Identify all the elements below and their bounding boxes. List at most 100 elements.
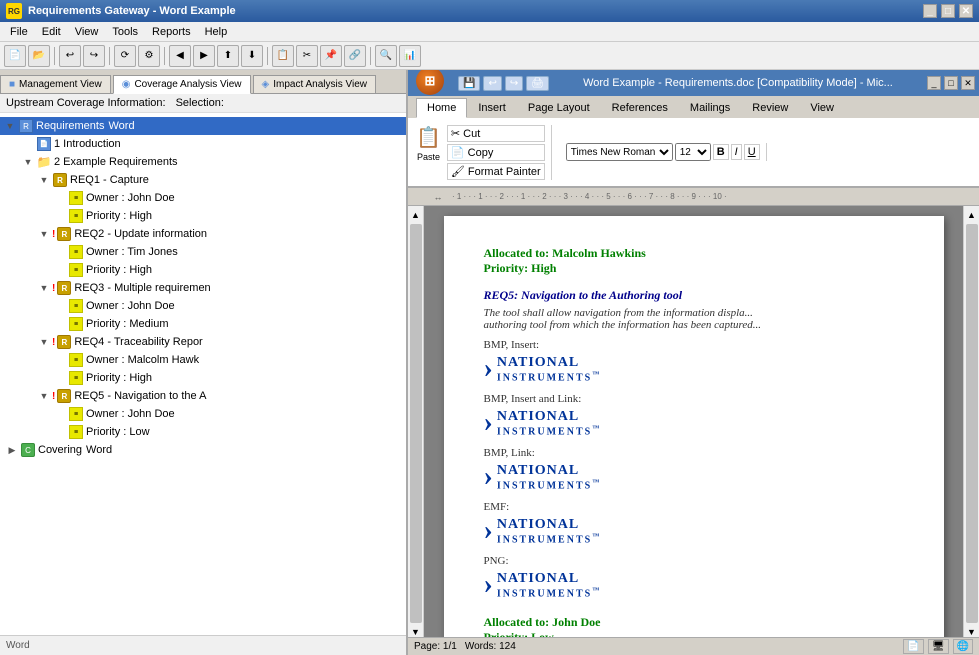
word-hscroll-right[interactable]: ▼: [967, 627, 976, 637]
word-tab-insert[interactable]: Insert: [467, 98, 517, 118]
expand-example[interactable]: ▼: [20, 154, 36, 170]
word-tab-view[interactable]: View: [799, 98, 845, 118]
redo-btn[interactable]: ↪: [83, 45, 105, 67]
word-max[interactable]: □: [944, 76, 958, 90]
menu-view[interactable]: View: [69, 25, 105, 39]
paste-btn[interactable]: 📋: [416, 125, 441, 150]
word-ruler: ↔ · 1 · · · 1 · · · 2 · · · 1 · · · 2 · …: [408, 188, 979, 206]
word-scroll-down[interactable]: ▼: [411, 627, 420, 637]
cut-btn[interactable]: ✂ Cut: [447, 125, 545, 142]
tree-area[interactable]: ▼ R Requirements Word ▶ 📄 1 Introduction: [0, 113, 406, 635]
covering-icon: C: [20, 442, 36, 458]
close-btn[interactable]: ✕: [959, 4, 973, 18]
word-hscroll-left[interactable]: ▲: [967, 210, 976, 220]
settings-btn[interactable]: ⚙: [138, 45, 160, 67]
tab-impact[interactable]: ◈ Impact Analysis View: [253, 75, 376, 93]
tree-req1[interactable]: ▼ R REQ1 - Capture: [0, 171, 406, 189]
word-body[interactable]: Allocated to: Malcolm Hawkins Priority: …: [424, 206, 963, 637]
font-family-select[interactable]: Times New Roman: [566, 143, 673, 161]
word-main-content: ▲ ▼ Allocated to: Malcolm Hawkins Priori…: [408, 206, 979, 637]
qat-print[interactable]: 🖨: [526, 76, 549, 91]
undo-btn[interactable]: ↩: [59, 45, 81, 67]
tb-btn9[interactable]: 🔍: [375, 45, 397, 67]
word-min[interactable]: _: [927, 76, 941, 90]
req4-priority-label: Priority : High: [86, 372, 152, 384]
tb-btn8[interactable]: 🔗: [344, 45, 366, 67]
tree-req5[interactable]: ▼ ! R REQ5 - Navigation to the A: [0, 387, 406, 405]
word-hscrollbar[interactable]: [966, 224, 978, 623]
prop-icon8: ≡: [69, 371, 83, 385]
underline-btn[interactable]: U: [744, 144, 760, 160]
ni-instruments-1: INSTRUMENTS™: [497, 371, 601, 383]
tb-btn6[interactable]: ✂: [296, 45, 318, 67]
menu-edit[interactable]: Edit: [36, 25, 67, 39]
tree-req4[interactable]: ▼ ! R REQ4 - Traceability Repor: [0, 333, 406, 351]
tb-btn1[interactable]: ◀: [169, 45, 191, 67]
expand-root[interactable]: ▼: [2, 118, 18, 134]
expand-covering[interactable]: ▶: [4, 442, 20, 458]
tree-req2[interactable]: ▼ ! R REQ2 - Update information: [0, 225, 406, 243]
expand-req1[interactable]: ▼: [36, 172, 52, 188]
menu-reports[interactable]: Reports: [146, 25, 197, 39]
refresh-btn[interactable]: ⟳: [114, 45, 136, 67]
ni-logo-5: › NATIONAL INSTRUMENTS™: [484, 569, 904, 601]
expand-req4[interactable]: ▼: [36, 334, 52, 350]
impact-icon: ◈: [262, 79, 270, 90]
tab-management[interactable]: ■ Management View: [0, 75, 111, 93]
bmp-insert-label: BMP, Insert:: [484, 339, 904, 351]
new-btn[interactable]: 📄: [4, 45, 26, 67]
tb-btn2[interactable]: ▶: [193, 45, 215, 67]
tb-btn7[interactable]: 📌: [320, 45, 342, 67]
tree-covering[interactable]: ▶ C Covering Word: [0, 441, 406, 459]
office-button[interactable]: ⊞: [416, 70, 444, 95]
tree-intro[interactable]: ▶ 📄 1 Introduction: [0, 135, 406, 153]
bmp-insert-section: BMP, Insert: › NATIONAL INSTRUMENTS™: [484, 339, 904, 385]
word-tab-review[interactable]: Review: [741, 98, 799, 118]
upstream-label: Upstream Coverage Information:: [6, 97, 166, 109]
font-size-select[interactable]: 12: [675, 143, 711, 161]
word-tab-mailings[interactable]: Mailings: [679, 98, 741, 118]
tb-btn5[interactable]: 📋: [272, 45, 294, 67]
word-close[interactable]: ✕: [961, 76, 975, 90]
prop-icon3: ≡: [69, 245, 83, 259]
req4-badge: R: [57, 335, 71, 349]
tree-example[interactable]: ▼ 📁 2 Example Requirements: [0, 153, 406, 171]
word-tab-references[interactable]: References: [601, 98, 679, 118]
view-web-btn[interactable]: 🌐: [953, 639, 973, 654]
view-full-btn[interactable]: 🖥: [928, 639, 949, 654]
format-painter-btn[interactable]: 🖌 Format Painter: [447, 163, 545, 180]
view-print-btn[interactable]: 📄: [903, 639, 923, 654]
tb-btn10[interactable]: 📊: [399, 45, 421, 67]
qat-save[interactable]: 💾: [458, 76, 480, 91]
tree-req3[interactable]: ▼ ! R REQ3 - Multiple requiremen: [0, 279, 406, 297]
qat-undo[interactable]: ↩: [483, 76, 501, 91]
copy-btn[interactable]: 📄 Copy: [447, 144, 545, 161]
italic-btn[interactable]: I: [731, 144, 742, 160]
qat-redo[interactable]: ↪: [505, 76, 523, 91]
expand-req3[interactable]: ▼: [36, 280, 52, 296]
tb-btn4[interactable]: ⬇: [241, 45, 263, 67]
expand-req5[interactable]: ▼: [36, 388, 52, 404]
toolbar-sep1: [54, 47, 55, 65]
office-btn-area[interactable]: ⊞: [412, 71, 448, 95]
menu-tools[interactable]: Tools: [106, 25, 144, 39]
req2-priority-label: Priority : High: [86, 264, 152, 276]
word-tab-pagelayout[interactable]: Page Layout: [517, 98, 601, 118]
word-tab-home[interactable]: Home: [416, 98, 467, 118]
qat-area: 💾 ↩ ↪ 🖨: [458, 76, 549, 91]
tab-coverage[interactable]: ◉ Coverage Analysis View: [113, 75, 251, 94]
tb-btn3[interactable]: ⬆: [217, 45, 239, 67]
req3-owner-icon: ≡: [68, 298, 84, 314]
maximize-btn[interactable]: □: [941, 4, 955, 18]
req4-owner-icon: ≡: [68, 352, 84, 368]
ruler-icon: ↔: [428, 192, 448, 202]
expand-req2[interactable]: ▼: [36, 226, 52, 242]
word-scroll-up[interactable]: ▲: [411, 210, 420, 220]
tree-root[interactable]: ▼ R Requirements Word: [0, 117, 406, 135]
word-vertical-scrollbar[interactable]: [410, 224, 422, 623]
open-btn[interactable]: 📂: [28, 45, 50, 67]
menu-file[interactable]: File: [4, 25, 34, 39]
minimize-btn[interactable]: _: [923, 4, 937, 18]
menu-help[interactable]: Help: [199, 25, 234, 39]
bold-btn[interactable]: B: [713, 144, 729, 160]
